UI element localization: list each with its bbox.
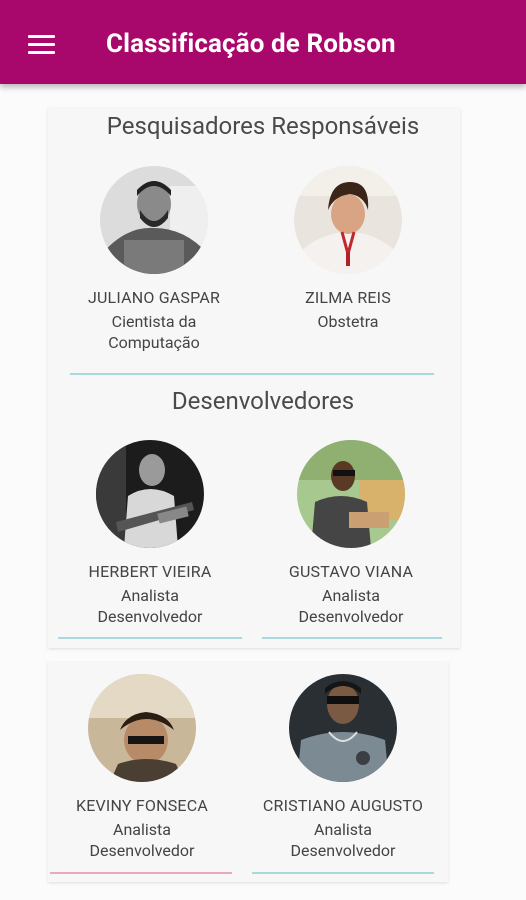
person-divider: [262, 637, 442, 639]
section-divider: [70, 373, 434, 375]
person-role: Obstetra: [317, 312, 379, 331]
person-name: KEVINY FONSECA: [76, 796, 208, 815]
content-area[interactable]: Pesquisadores Responsáveis JULIANO GASPA…: [0, 84, 526, 900]
person-role: Analista Desenvolvedor: [97, 586, 203, 626]
person-card-gustavo-viana: GUSTAVO VIANA Analista Desenvolvedor: [256, 440, 446, 627]
person-name: HERBERT VIEIRA: [88, 562, 212, 581]
person-card-juliano-gaspar: JULIANO GASPAR Cientista da Computação: [59, 166, 249, 353]
person-name: GUSTAVO VIANA: [288, 562, 414, 581]
avatar-photo: [294, 166, 402, 274]
person-card-keviny-fonseca: KEVINY FONSECA Analista Desenvolvedor: [47, 674, 237, 861]
person-role: Cientista da Computação: [108, 312, 200, 352]
avatar-photo: [96, 440, 204, 548]
person-divider: [50, 872, 232, 874]
avatar-photo: [88, 674, 196, 782]
person-divider: [252, 872, 434, 874]
person-name: ZILMA REIS: [305, 288, 391, 307]
avatar-photo: [297, 440, 405, 548]
person-role: Analista Desenvolvedor: [298, 586, 404, 626]
avatar-photo: [289, 674, 397, 782]
person-name: CRISTIANO AUGUSTO: [262, 796, 424, 815]
person-divider: [58, 637, 242, 639]
person-card-cristiano-augusto: CRISTIANO AUGUSTO Analista Desenvolvedor: [248, 674, 438, 861]
app-bar: Classificação de Robson: [0, 0, 526, 84]
person-name: JULIANO GASPAR: [87, 288, 221, 307]
person-card-zilma-reis: ZILMA REIS Obstetra: [253, 166, 443, 332]
section-title-developers: Desenvolvedores: [171, 387, 355, 415]
app-title: Classificação de Robson: [106, 29, 396, 59]
person-card-herbert-vieira: HERBERT VIEIRA Analista Desenvolvedor: [55, 440, 245, 627]
person-role: Analista Desenvolvedor: [290, 820, 396, 860]
avatar-photo: [100, 166, 208, 274]
section-title-researchers: Pesquisadores Responsáveis: [106, 112, 420, 140]
person-role: Analista Desenvolvedor: [89, 820, 195, 860]
hamburger-menu-icon[interactable]: [22, 26, 62, 62]
